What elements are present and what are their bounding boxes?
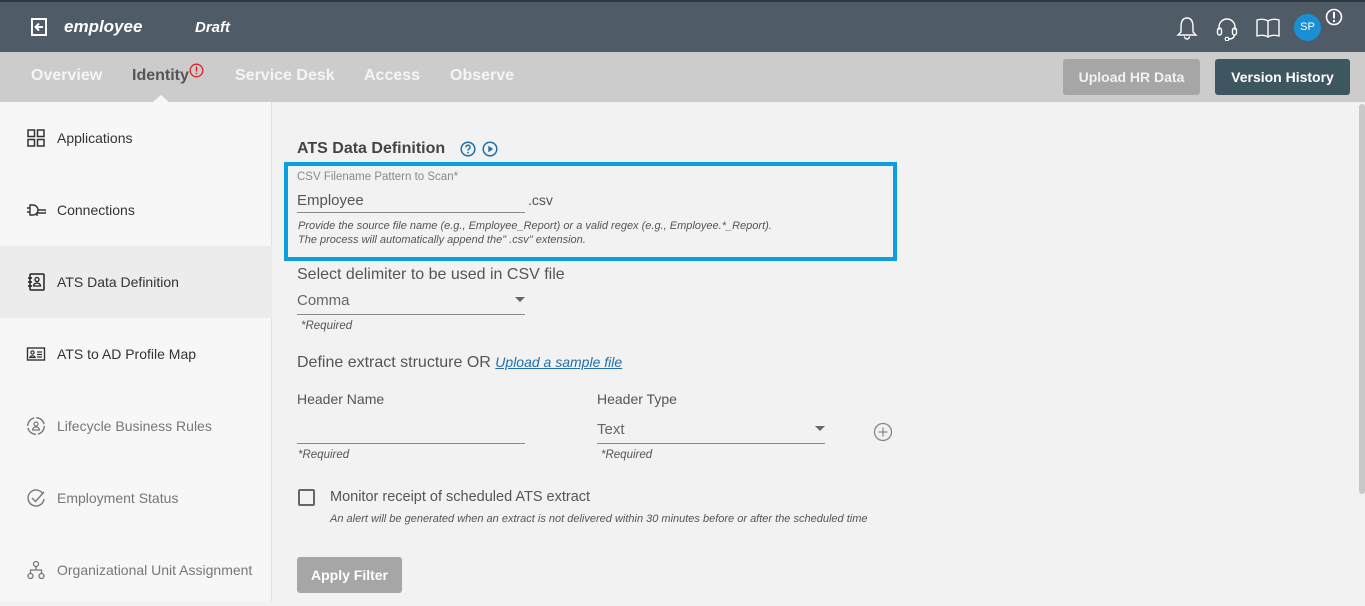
chevron-down-icon: [515, 297, 525, 302]
sidebar-item-applications[interactable]: Applications: [0, 102, 272, 174]
csv-pattern-help: Provide the source file name (e.g., Empl…: [298, 219, 772, 247]
sidebar-item-label: ATS to AD Profile Map: [57, 346, 197, 362]
tab-access[interactable]: Access: [364, 67, 420, 85]
delimiter-select[interactable]: Comma: [297, 289, 525, 315]
header-name-required: *Required: [298, 449, 350, 461]
csv-help-line-1: Provide the source file name (e.g., Empl…: [298, 220, 772, 232]
sidebar-item-label: Employment Status: [57, 490, 179, 506]
define-structure-text: Define extract structure OR Upload a sam…: [297, 354, 622, 372]
sidebar-item-connections[interactable]: Connections: [0, 174, 272, 246]
page-title: ATS Data Definition: [297, 140, 446, 157]
sidebar-item-label: ATS Data Definition: [57, 274, 179, 290]
book-icon[interactable]: [1255, 15, 1281, 41]
apply-filter-button[interactable]: Apply Filter: [297, 557, 402, 593]
tab-overview[interactable]: Overview: [31, 67, 102, 85]
check-circle-icon: [27, 489, 45, 507]
version-history-button[interactable]: Version History: [1215, 59, 1350, 95]
csv-help-line-2: The process will automatically append th…: [298, 234, 586, 246]
bell-icon[interactable]: [1174, 15, 1200, 41]
sidebar-item-lifecycle-business-rules[interactable]: Lifecycle Business Rules: [0, 390, 272, 462]
tab-service-desk[interactable]: Service Desk: [235, 67, 335, 85]
sidebar-item-ats-data-definition[interactable]: ATS Data Definition: [0, 246, 272, 318]
upload-hr-data-button[interactable]: Upload HR Data: [1063, 59, 1200, 95]
define-structure-label: Define extract structure OR: [297, 354, 496, 371]
header-name-input[interactable]: [297, 418, 525, 444]
lifecycle-user-icon: [26, 416, 46, 436]
csv-pattern-label: CSV Filename Pattern to Scan*: [297, 171, 459, 183]
app-name: employee: [64, 17, 143, 36]
back-icon[interactable]: [29, 17, 49, 37]
monitor-checkbox[interactable]: [298, 489, 315, 506]
header-type-select[interactable]: Text: [597, 418, 825, 444]
scrollbar[interactable]: [1359, 104, 1365, 494]
tab-identity[interactable]: Identity: [132, 67, 189, 85]
delimiter-value: Comma: [297, 292, 350, 309]
grid-icon: [27, 129, 45, 147]
header-type-label: Header Type: [597, 391, 677, 407]
header-type-required: *Required: [601, 449, 653, 461]
delimiter-required: *Required: [301, 320, 353, 332]
plug-icon: [27, 204, 46, 216]
header-name-label: Header Name: [297, 391, 385, 407]
csv-pattern-input[interactable]: [297, 189, 525, 213]
sidebar-item-label: Organizational Unit Assignment: [57, 562, 253, 578]
monitor-label: Monitor receipt of scheduled ATS extract: [330, 489, 591, 505]
add-header-icon[interactable]: [873, 422, 893, 442]
identity-alert-icon: [189, 63, 204, 78]
active-tab-indicator: [153, 95, 169, 102]
contact-book-icon: [28, 273, 45, 291]
alert-icon[interactable]: [1325, 8, 1343, 26]
avatar[interactable]: SP: [1294, 14, 1321, 41]
tab-observe[interactable]: Observe: [450, 67, 514, 85]
header-type-value: Text: [597, 421, 625, 438]
play-video-icon[interactable]: [482, 141, 498, 157]
id-card-icon: [26, 347, 46, 361]
sidebar: Applications Connections ATS Data Defini…: [0, 102, 272, 601]
sidebar-item-organizational-unit-assignment[interactable]: Organizational Unit Assignment: [0, 534, 272, 606]
help-icon[interactable]: [460, 141, 476, 157]
sidebar-item-label: Connections: [57, 202, 135, 218]
sidebar-item-label: Applications: [57, 130, 133, 146]
csv-extension-label: .csv: [528, 192, 553, 208]
sidebar-item-ats-to-ad-profile-map[interactable]: ATS to AD Profile Map: [0, 318, 272, 390]
chevron-down-icon: [815, 426, 825, 431]
org-chart-icon: [27, 560, 45, 580]
upload-sample-file-link[interactable]: Upload a sample file: [495, 354, 622, 370]
delimiter-label: Select delimiter to be used in CSV file: [297, 266, 565, 283]
headset-icon[interactable]: [1214, 15, 1240, 41]
sidebar-item-employment-status[interactable]: Employment Status: [0, 462, 272, 534]
top-bar: employee Draft SP: [0, 0, 1365, 52]
monitor-help: An alert will be generated when an extra…: [330, 513, 868, 525]
status-badge: Draft: [195, 19, 231, 36]
sidebar-item-label: Lifecycle Business Rules: [57, 418, 212, 434]
